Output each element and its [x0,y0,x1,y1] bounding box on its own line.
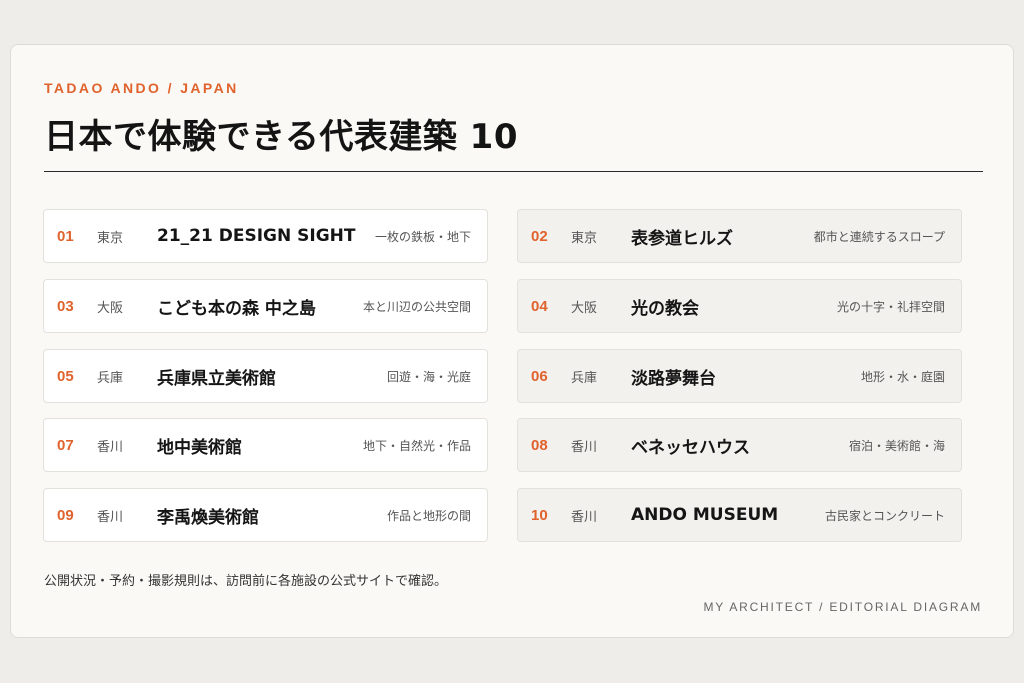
item-note: 地下・自然光・作品 [362,438,471,453]
item-prefecture: 兵庫 [571,370,598,386]
item-name: ANDO MUSEUM [631,505,779,525]
credit-line: MY ARCHITECT / EDITORIAL DIAGRAM [703,600,982,614]
item-number: 10 [531,506,548,524]
list-item: 06 兵庫 淡路夢舞台 地形・水・庭園 [517,349,962,403]
item-prefecture: 香川 [571,439,598,455]
item-prefecture: 香川 [97,509,124,525]
item-name: 兵庫県立美術館 [157,368,276,389]
item-prefecture: 香川 [571,509,598,525]
item-name: 表参道ヒルズ [631,228,733,249]
item-prefecture: 兵庫 [97,370,124,386]
item-note: 本と川辺の公共空間 [362,299,471,314]
page-title: 日本で体験できる代表建築 10 [44,117,518,157]
item-number: 03 [57,297,74,315]
item-note: 一枚の鉄板・地下 [374,229,471,244]
item-number: 07 [57,436,74,454]
item-prefecture: 東京 [97,230,124,246]
list-item: 03 大阪 こども本の森 中之島 本と川辺の公共空間 [43,279,488,333]
item-number: 01 [57,227,74,245]
list-item: 10 香川 ANDO MUSEUM 古民家とコンクリート [517,488,962,542]
item-note: 作品と地形の間 [386,508,471,523]
item-prefecture: 大阪 [571,300,598,316]
item-number: 06 [531,367,548,385]
item-name: 李禹煥美術館 [157,507,259,528]
list-item: 01 東京 21_21 DESIGN SIGHT 一枚の鉄板・地下 [43,209,488,263]
item-note: 宿泊・美術館・海 [848,438,945,453]
item-number: 04 [531,297,548,315]
item-name: 地中美術館 [157,437,242,458]
item-number: 08 [531,436,548,454]
item-note: 都市と連続するスロープ [813,229,945,244]
list-item: 09 香川 李禹煥美術館 作品と地形の間 [43,488,488,542]
list-item: 05 兵庫 兵庫県立美術館 回遊・海・光庭 [43,349,488,403]
item-prefecture: 大阪 [97,300,124,316]
list-item: 08 香川 ベネッセハウス 宿泊・美術館・海 [517,418,962,472]
item-note: 地形・水・庭園 [860,369,945,384]
footnote: 公開状況・予約・撮影規則は、訪問前に各施設の公式サイトで確認。 [44,574,448,589]
item-name: 21_21 DESIGN SIGHT [157,226,356,246]
item-name: 淡路夢舞台 [631,368,716,389]
item-prefecture: 香川 [97,439,124,455]
eyebrow-label: TADAO ANDO / JAPAN [44,80,239,96]
editorial-card: TADAO ANDO / JAPAN 日本で体験できる代表建築 10 01 東京… [10,44,1014,638]
item-name: 光の教会 [631,298,699,319]
title-divider [44,171,983,172]
item-name: ベネッセハウス [631,437,750,458]
item-note: 回遊・海・光庭 [386,369,471,384]
item-note: 古民家とコンクリート [824,508,945,523]
list-item: 04 大阪 光の教会 光の十字・礼拝空間 [517,279,962,333]
item-number: 05 [57,367,74,385]
item-prefecture: 東京 [571,230,598,246]
list-item: 07 香川 地中美術館 地下・自然光・作品 [43,418,488,472]
item-number: 02 [531,227,548,245]
list-item: 02 東京 表参道ヒルズ 都市と連続するスロープ [517,209,962,263]
item-name: こども本の森 中之島 [157,298,316,319]
item-number: 09 [57,506,74,524]
item-note: 光の十字・礼拝空間 [836,299,945,314]
